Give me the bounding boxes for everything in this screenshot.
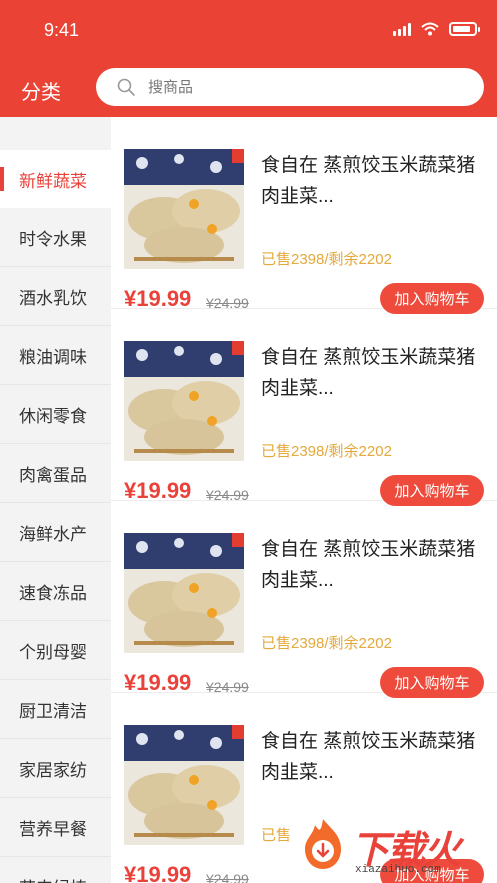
active-indicator (0, 167, 4, 191)
sidebar-item-flowers[interactable]: 花卉绿植 (0, 858, 111, 883)
sidebar-item-frozen[interactable]: 速食冻品 (0, 563, 111, 621)
product-card[interactable]: 食自在 蒸煎饺玉米蔬菜猪肉韭菜... 已售2398/剩余2202 ¥19.99 … (111, 501, 497, 698)
sidebar-item-meat-eggs[interactable]: 肉禽蛋品 (0, 445, 111, 503)
product-card[interactable]: 食自在 蒸煎饺玉米蔬菜猪肉韭菜... 已售2398/剩余2202 ¥19.99 … (111, 309, 497, 506)
sidebar-item-label: 厨卫清洁 (19, 702, 87, 721)
search-icon (117, 78, 135, 96)
product-card[interactable]: 食自在 蒸煎饺玉米蔬菜猪肉韭菜... 已售2398/剩余2202 ¥19.99 … (111, 117, 497, 314)
sidebar-item-label: 花卉绿植 (19, 874, 87, 883)
sidebar-item-label: 休闲零食 (19, 407, 87, 426)
sidebar-item-label: 粮油调味 (19, 348, 87, 367)
search-bar[interactable] (96, 68, 484, 106)
flame-logo-icon (305, 819, 341, 869)
sidebar-item-cleaning[interactable]: 厨卫清洁 (0, 681, 111, 739)
app-header: 9:41 分类 (0, 0, 497, 117)
product-image (124, 149, 244, 269)
product-stock: 已售2398/剩余2202 (261, 635, 392, 652)
sidebar-item-label: 速食冻品 (19, 584, 87, 603)
sidebar-item-label: 肉禽蛋品 (19, 466, 87, 485)
watermark-url: xiazaihuo.com (355, 864, 441, 876)
wifi-icon (421, 22, 439, 36)
product-image (124, 725, 244, 845)
sidebar-item-breakfast[interactable]: 营养早餐 (0, 799, 111, 857)
sidebar-item-fruits[interactable]: 时令水果 (0, 209, 111, 267)
sidebar-item-label: 时令水果 (19, 230, 87, 249)
page-title: 分类 (21, 82, 61, 104)
sidebar-item-seafood[interactable]: 海鲜水产 (0, 504, 111, 562)
sidebar-item-baby[interactable]: 个别母婴 (0, 622, 111, 680)
category-sidebar: 新鲜蔬菜 时令水果 酒水乳饮 粮油调味 休闲零食 肉禽蛋品 海鲜水产 速食冻品 … (0, 117, 111, 883)
product-name: 食自在 蒸煎饺玉米蔬菜猪肉韭菜... (261, 347, 476, 399)
product-stock: 已售 (261, 827, 292, 844)
signal-icon (393, 22, 411, 36)
sidebar-item-drinks[interactable]: 酒水乳饮 (0, 268, 111, 326)
product-price: ¥19.99 (124, 862, 192, 883)
sidebar-item-vegetables[interactable]: 新鲜蔬菜 (0, 150, 111, 208)
product-image (124, 341, 244, 461)
battery-icon (449, 22, 480, 36)
sidebar-item-snacks[interactable]: 休闲零食 (0, 386, 111, 444)
product-name: 食自在 蒸煎饺玉米蔬菜猪肉韭菜... (261, 155, 476, 207)
sidebar-item-label: 海鲜水产 (19, 525, 87, 544)
product-original-price: ¥24.99 (206, 871, 249, 883)
sidebar-item-label: 酒水乳饮 (19, 289, 87, 308)
watermark: 下载火 xiazaihuo.com (295, 815, 495, 881)
product-stock: 已售2398/剩余2202 (261, 443, 392, 460)
sidebar-item-grain-oil[interactable]: 粮油调味 (0, 327, 111, 385)
status-bar: 9:41 (0, 0, 497, 62)
product-name: 食自在 蒸煎饺玉米蔬菜猪肉韭菜... (261, 539, 476, 591)
sidebar-item-label: 家居家纺 (19, 761, 87, 780)
status-icons (393, 22, 480, 36)
product-stock: 已售2398/剩余2202 (261, 251, 392, 268)
sidebar-item-label: 个别母婴 (19, 643, 87, 662)
product-name: 食自在 蒸煎饺玉米蔬菜猪肉韭菜... (261, 731, 476, 783)
product-list: 食自在 蒸煎饺玉米蔬菜猪肉韭菜... 已售2398/剩余2202 ¥19.99 … (111, 117, 497, 883)
product-image (124, 533, 244, 653)
status-time: 9:41 (44, 20, 80, 40)
sidebar-item-label: 营养早餐 (19, 820, 87, 839)
sidebar-item-home-textile[interactable]: 家居家纺 (0, 740, 111, 798)
sidebar-item-label: 新鲜蔬菜 (19, 171, 87, 191)
search-input[interactable] (148, 78, 448, 96)
